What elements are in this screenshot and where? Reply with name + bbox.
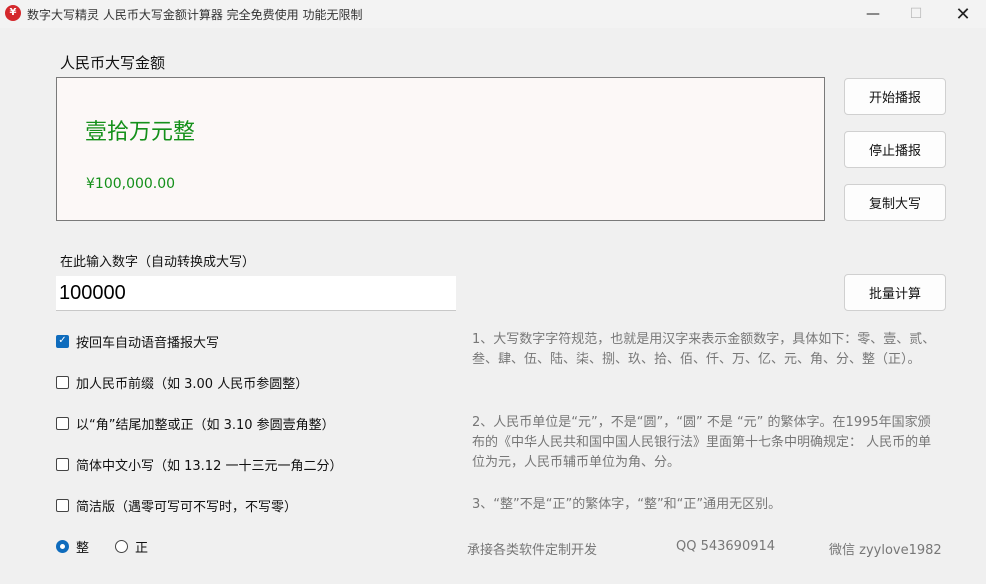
- checkbox-icon[interactable]: [56, 457, 69, 471]
- option-auto-voice[interactable]: ✓ 按回车自动语音播报大写: [56, 332, 220, 351]
- window-title: 数字大写精灵 人民币大写金额计算器 完全免费使用 功能无限制: [27, 8, 363, 22]
- checkbox-checked-icon[interactable]: ✓: [56, 334, 69, 348]
- close-button[interactable]: ✕: [940, 0, 986, 28]
- option-label: 以“角”结尾加整或正（如 3.10 参圆壹角整）: [76, 417, 335, 433]
- number-input-label: 在此输入数字（自动转换成大写）: [60, 255, 256, 270]
- copy-uppercase-button[interactable]: 复制大写: [844, 184, 946, 221]
- radio-zheng-correct[interactable]: 正: [115, 537, 149, 556]
- start-broadcast-button[interactable]: 开始播报: [844, 78, 946, 115]
- note-1: 1、大写数字字符规范，也就是用汉字来表示金额数字，具体如下：零、壹、贰、叁、肆、…: [472, 332, 936, 367]
- option-simplified-lowercase[interactable]: 简体中文小写（如 13.12 一十三元一角二分）: [56, 455, 343, 474]
- batch-calculate-button[interactable]: 批量计算: [844, 274, 946, 311]
- option-jiao-suffix[interactable]: 以“角”结尾加整或正（如 3.10 参圆壹角整）: [56, 414, 335, 433]
- stop-broadcast-button[interactable]: 停止播报: [844, 131, 946, 168]
- radio-zheng-integer[interactable]: 整: [56, 537, 90, 556]
- footer-qq: QQ 543690914: [676, 539, 776, 554]
- checkbox-icon[interactable]: [56, 416, 69, 430]
- radio-label: 整: [76, 540, 90, 556]
- radio-label: 正: [135, 540, 149, 556]
- note-2: 2、人民币单位是“元”，不是“圆”，“圆” 不是 “元” 的繁体字。在1995年…: [472, 415, 932, 470]
- numeric-amount-text: ¥100,000.00: [86, 176, 176, 192]
- title-bar: ¥ 数字大写精灵 人民币大写金额计算器 完全免费使用 功能无限制 — ☐ ✕: [0, 0, 986, 28]
- option-rmb-prefix[interactable]: 加人民币前缀（如 3.00 人民币参圆整）: [56, 373, 309, 392]
- uppercase-amount-text: 壹拾万元整: [85, 120, 196, 145]
- checkbox-icon[interactable]: [56, 375, 69, 389]
- option-concise[interactable]: 简洁版（遇零可写可不写时，不写零）: [56, 496, 298, 515]
- note-3: 3、“整”不是“正”的繁体字，“整”和“正”通用无区别。: [472, 497, 782, 512]
- footer-wechat: 微信 zyylove1982: [829, 543, 942, 558]
- radio-icon[interactable]: [115, 539, 128, 553]
- app-logo-icon: ¥: [5, 5, 21, 21]
- number-input[interactable]: [56, 276, 456, 311]
- checkbox-icon[interactable]: [56, 498, 69, 512]
- footer-custom-dev: 承接各类软件定制开发: [467, 543, 598, 558]
- maximize-button[interactable]: ☐: [893, 0, 939, 28]
- result-section-label: 人民币大写金额: [60, 54, 166, 72]
- result-display: 壹拾万元整 ¥100,000.00: [56, 77, 825, 221]
- option-label: 简洁版（遇零可写可不写时，不写零）: [76, 499, 298, 515]
- option-label: 按回车自动语音播报大写: [76, 335, 220, 351]
- minimize-button[interactable]: —: [850, 0, 896, 28]
- option-label: 简体中文小写（如 13.12 一十三元一角二分）: [76, 458, 343, 474]
- option-label: 加人民币前缀（如 3.00 人民币参圆整）: [76, 376, 309, 392]
- radio-selected-icon[interactable]: [56, 539, 69, 553]
